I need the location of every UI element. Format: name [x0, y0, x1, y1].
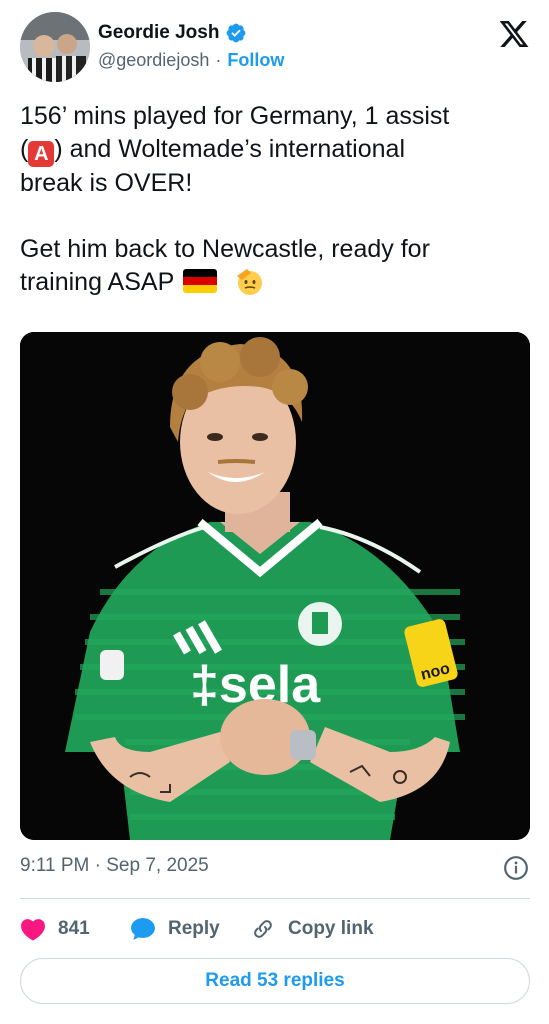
tweet-text: 156’ mins played for Germany, 1 assist (… [20, 100, 530, 299]
author-block: Geordie Josh @geordiejosh · Follow [98, 20, 284, 71]
separator-dot: · [215, 50, 222, 70]
info-icon[interactable] [503, 855, 529, 881]
read-replies-button[interactable]: Read 53 replies [20, 958, 530, 1004]
tweet-timestamp[interactable]: 9:11 PM · Sep 7, 2025 [20, 855, 209, 877]
reply-label: Reply [168, 918, 220, 939]
tweet-line: (A) and Woltemade’s international [20, 135, 405, 167]
like-count: 841 [58, 918, 90, 939]
a-button-emoji-icon: A [28, 141, 55, 167]
follow-button[interactable]: Follow [227, 50, 284, 71]
author-handle[interactable]: @geordiejosh [98, 50, 209, 71]
germany-flag-icon [182, 269, 217, 293]
tweet-line: Get him back to Newcastle, ready for [20, 235, 430, 263]
avatar[interactable] [20, 12, 90, 82]
heart-icon [21, 919, 45, 941]
reply-button[interactable]: Reply [130, 917, 250, 941]
player-photo: noo ‡sela [20, 332, 530, 840]
link-icon [254, 920, 272, 938]
tweet-line: training ASAP [20, 266, 530, 299]
saluting-face-icon [236, 269, 262, 295]
author-name[interactable]: Geordie Josh [98, 22, 219, 44]
action-bar: 841 Reply Copy link [20, 912, 374, 946]
tweet-media-photo[interactable]: noo ‡sela [20, 332, 530, 840]
verified-badge-icon [227, 23, 246, 43]
tweet-line: break is OVER! [20, 169, 193, 197]
x-logo-icon[interactable] [498, 18, 530, 50]
like-button[interactable]: 841 [20, 917, 130, 941]
tweet-line: 156’ mins played for Germany, 1 assist [20, 102, 450, 130]
tweet-header: Geordie Josh @geordiejosh · Follow [20, 12, 530, 84]
copy-link-label: Copy link [288, 918, 374, 939]
copy-link-button[interactable]: Copy link [250, 917, 374, 941]
divider [20, 898, 530, 899]
reply-bubble-icon [131, 918, 155, 940]
tweet-card: Geordie Josh @geordiejosh · Follow 156’ … [0, 0, 549, 1024]
